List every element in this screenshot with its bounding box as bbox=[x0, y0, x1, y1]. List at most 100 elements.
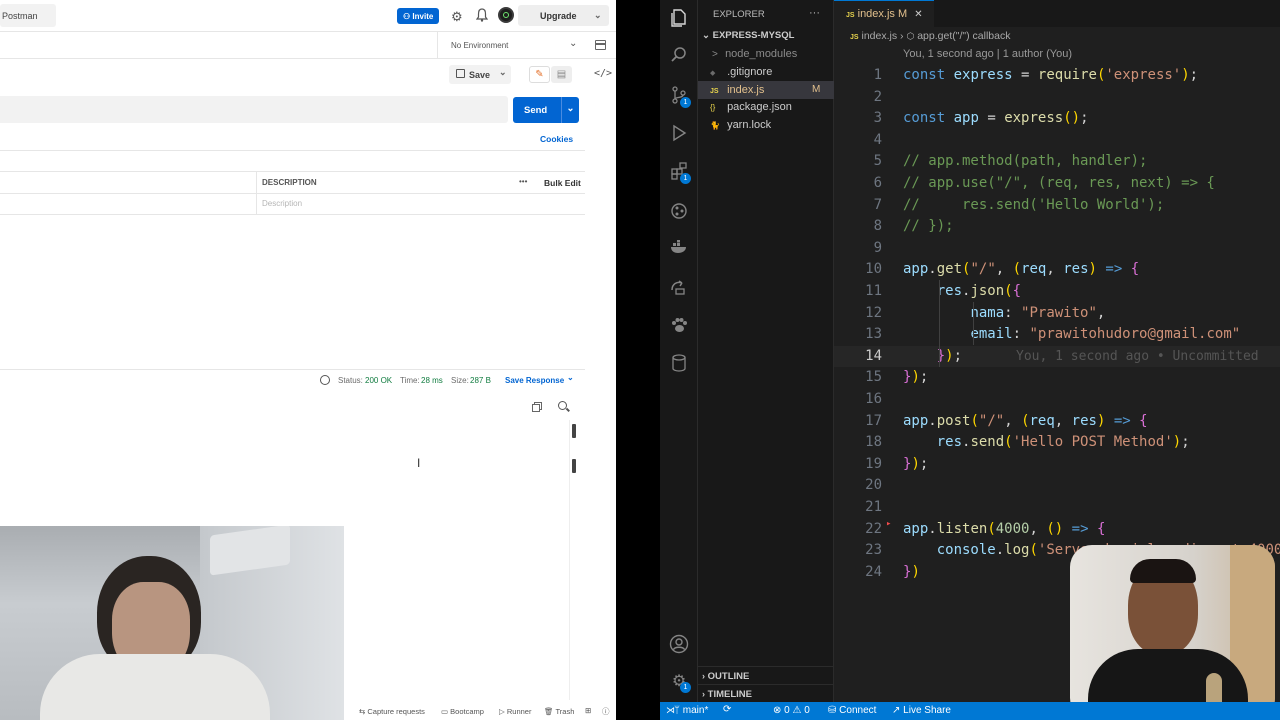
run-debug-icon[interactable] bbox=[669, 124, 689, 144]
webcam-person-hair bbox=[1130, 559, 1196, 583]
send-button[interactable]: Send ⌄ bbox=[513, 97, 579, 123]
environment-quick-look-icon[interactable] bbox=[595, 40, 606, 50]
send-label: Send bbox=[524, 105, 548, 116]
code-line[interactable]: 18 res.send('Hello POST Method'); bbox=[834, 432, 1280, 454]
cookies-link[interactable]: Cookies bbox=[540, 134, 573, 144]
code-line[interactable]: 4 bbox=[834, 130, 1280, 152]
tree-item-yarn-lock[interactable]: 🐈 yarn.lock bbox=[698, 116, 834, 134]
tree-item-node-modules[interactable]: > node_modules bbox=[698, 45, 834, 63]
branch-icon: ᛘ bbox=[674, 705, 680, 716]
code-line[interactable]: 12 nama: "Prawito", bbox=[834, 303, 1280, 325]
git-graph-icon[interactable] bbox=[669, 202, 689, 222]
trash-button[interactable]: 🗑 Trash bbox=[544, 707, 574, 716]
code-line[interactable]: 16 bbox=[834, 389, 1280, 411]
code-line[interactable]: 9 bbox=[834, 238, 1280, 260]
project-folder-header[interactable]: ⌄ EXPRESS-MYSQL bbox=[698, 27, 834, 45]
explorer-more-actions-icon[interactable]: ··· bbox=[809, 7, 820, 19]
layout-icon[interactable]: ⊞ bbox=[585, 706, 591, 715]
code-line[interactable]: 21 bbox=[834, 497, 1280, 519]
code-line[interactable]: 22 app.listen(4000, () => {▸ bbox=[834, 519, 1280, 541]
close-icon[interactable]: ✕ bbox=[914, 9, 922, 20]
database-icon[interactable] bbox=[669, 354, 689, 374]
code-snippet-icon[interactable]: </> bbox=[594, 68, 612, 79]
chevron-right-icon: › bbox=[702, 671, 705, 681]
breadcrumb-symbol[interactable]: app.get("/") callback bbox=[917, 30, 1010, 42]
text-cursor-icon: I bbox=[417, 456, 421, 470]
code-line[interactable]: 11 res.json({ bbox=[834, 281, 1280, 303]
code-text: res.json({ bbox=[936, 283, 1022, 299]
breadcrumb-file[interactable]: index.js bbox=[861, 30, 897, 42]
javascript-file-icon: JS bbox=[846, 12, 855, 19]
comments-icon[interactable]: ▤ bbox=[551, 66, 572, 83]
invite-button[interactable]: ⚇ Invite bbox=[397, 8, 439, 24]
code-line[interactable]: 13 email: "prawitohudoro@gmail.com" bbox=[834, 324, 1280, 346]
code-line[interactable]: 5 // app.method(path, handler); bbox=[834, 151, 1280, 173]
codelens-blame[interactable]: You, 1 second ago | 1 author (You) bbox=[903, 48, 1072, 60]
send-options-chevron-icon[interactable]: ⌄ bbox=[561, 97, 579, 123]
postman-tab[interactable]: Postman bbox=[0, 4, 56, 27]
tree-item-index-js[interactable]: JS index.js M bbox=[698, 81, 834, 99]
code-line[interactable]: 10 app.get("/", (req, res) => { bbox=[834, 259, 1280, 281]
request-url-input[interactable] bbox=[0, 96, 508, 123]
bell-icon[interactable] bbox=[475, 8, 489, 22]
sync-icon[interactable]: ⟳ bbox=[723, 704, 731, 715]
docker-icon[interactable] bbox=[669, 240, 689, 260]
code-line[interactable]: 2 bbox=[834, 87, 1280, 109]
code-line[interactable]: 15}); bbox=[834, 367, 1280, 389]
save-button[interactable]: Save ⌄ bbox=[449, 65, 511, 84]
search-icon[interactable] bbox=[669, 46, 689, 66]
code-line[interactable]: 1 const express = require('express'); bbox=[834, 65, 1280, 87]
code-line[interactable]: 20 bbox=[834, 475, 1280, 497]
code-line[interactable]: 17 app.post("/", (req, res) => { bbox=[834, 411, 1280, 433]
edit-pencil-icon[interactable]: ✎ bbox=[529, 66, 550, 83]
gear-icon[interactable]: ⚙ bbox=[451, 9, 463, 25]
remote-explorer-icon[interactable] bbox=[669, 278, 689, 298]
sync-status-icon[interactable] bbox=[498, 7, 514, 23]
code-text: }); bbox=[936, 347, 963, 364]
code-line[interactable]: 7 // res.send('Hello World'); bbox=[834, 195, 1280, 217]
manage-gear-icon[interactable]: ⚙ 1 bbox=[669, 672, 691, 693]
environment-selector[interactable]: No Environment ⌄ bbox=[437, 32, 584, 58]
extensions-icon[interactable]: 1 bbox=[669, 162, 691, 184]
search-icon[interactable] bbox=[558, 401, 570, 413]
more-options-icon[interactable]: ••• bbox=[519, 177, 527, 186]
code-line[interactable]: 14 }); You, 1 second ago • Uncommitted bbox=[834, 345, 1280, 368]
help-icon[interactable]: ⓘ bbox=[602, 706, 610, 717]
bulk-edit-button[interactable]: Bulk Edit bbox=[544, 178, 581, 188]
branch-indicator[interactable]: ᛘ main* bbox=[674, 705, 708, 716]
upgrade-label: Upgrade bbox=[540, 11, 577, 21]
line-number: 11 bbox=[865, 283, 882, 299]
copy-icon[interactable] bbox=[532, 402, 542, 412]
upgrade-button[interactable]: Upgrade ⌄ bbox=[518, 5, 609, 26]
timeline-section-header[interactable]: › TIMELINE bbox=[698, 685, 834, 703]
problems-indicator[interactable]: ⊗ 0 ⚠ 0 bbox=[773, 705, 810, 716]
chevron-down-icon[interactable]: ⌄ bbox=[567, 373, 574, 382]
code-line[interactable]: 8 // }); bbox=[834, 216, 1280, 238]
globe-icon[interactable] bbox=[320, 375, 330, 385]
git-deleted-marker[interactable]: ▸ bbox=[886, 519, 891, 529]
source-control-icon[interactable]: 1 bbox=[669, 86, 691, 108]
paw-icon[interactable] bbox=[669, 316, 689, 336]
code-area[interactable]: 1 const express = require('express'); 2 3 co… bbox=[834, 65, 1280, 585]
capture-requests-button[interactable]: ⇆ Capture requests bbox=[359, 707, 425, 716]
connect-button[interactable]: ⛁ Connect bbox=[828, 705, 876, 716]
code-line[interactable]: 6 // app.use("/", (req, res, next) => { bbox=[834, 173, 1280, 195]
warnings-count: 0 bbox=[804, 705, 810, 716]
scrollbar-thumb[interactable] bbox=[572, 424, 576, 438]
outline-section-header[interactable]: › OUTLINE bbox=[698, 667, 834, 685]
scrollbar-thumb[interactable] bbox=[572, 459, 576, 473]
runner-button[interactable]: ▷ Runner bbox=[499, 707, 531, 716]
tree-item-gitignore[interactable]: ◆ .gitignore bbox=[698, 63, 834, 81]
save-response-button[interactable]: Save Response bbox=[505, 376, 564, 385]
size-value: 287 B bbox=[470, 376, 491, 385]
code-line[interactable]: 19}); bbox=[834, 454, 1280, 476]
explorer-icon[interactable] bbox=[669, 8, 689, 28]
code-line[interactable]: 3 const app = express(); bbox=[834, 108, 1280, 130]
live-share-button[interactable]: ↗ Live Share bbox=[892, 705, 951, 716]
account-icon[interactable] bbox=[669, 634, 689, 654]
tree-item-label: node_modules bbox=[725, 48, 798, 60]
tree-item-package-json[interactable]: {} package.json bbox=[698, 98, 834, 116]
editor-tab-index-js[interactable]: JS index.js M ✕ bbox=[834, 0, 934, 27]
description-input[interactable]: Description bbox=[262, 199, 302, 208]
bootcamp-button[interactable]: ▭ Bootcamp bbox=[441, 707, 484, 716]
